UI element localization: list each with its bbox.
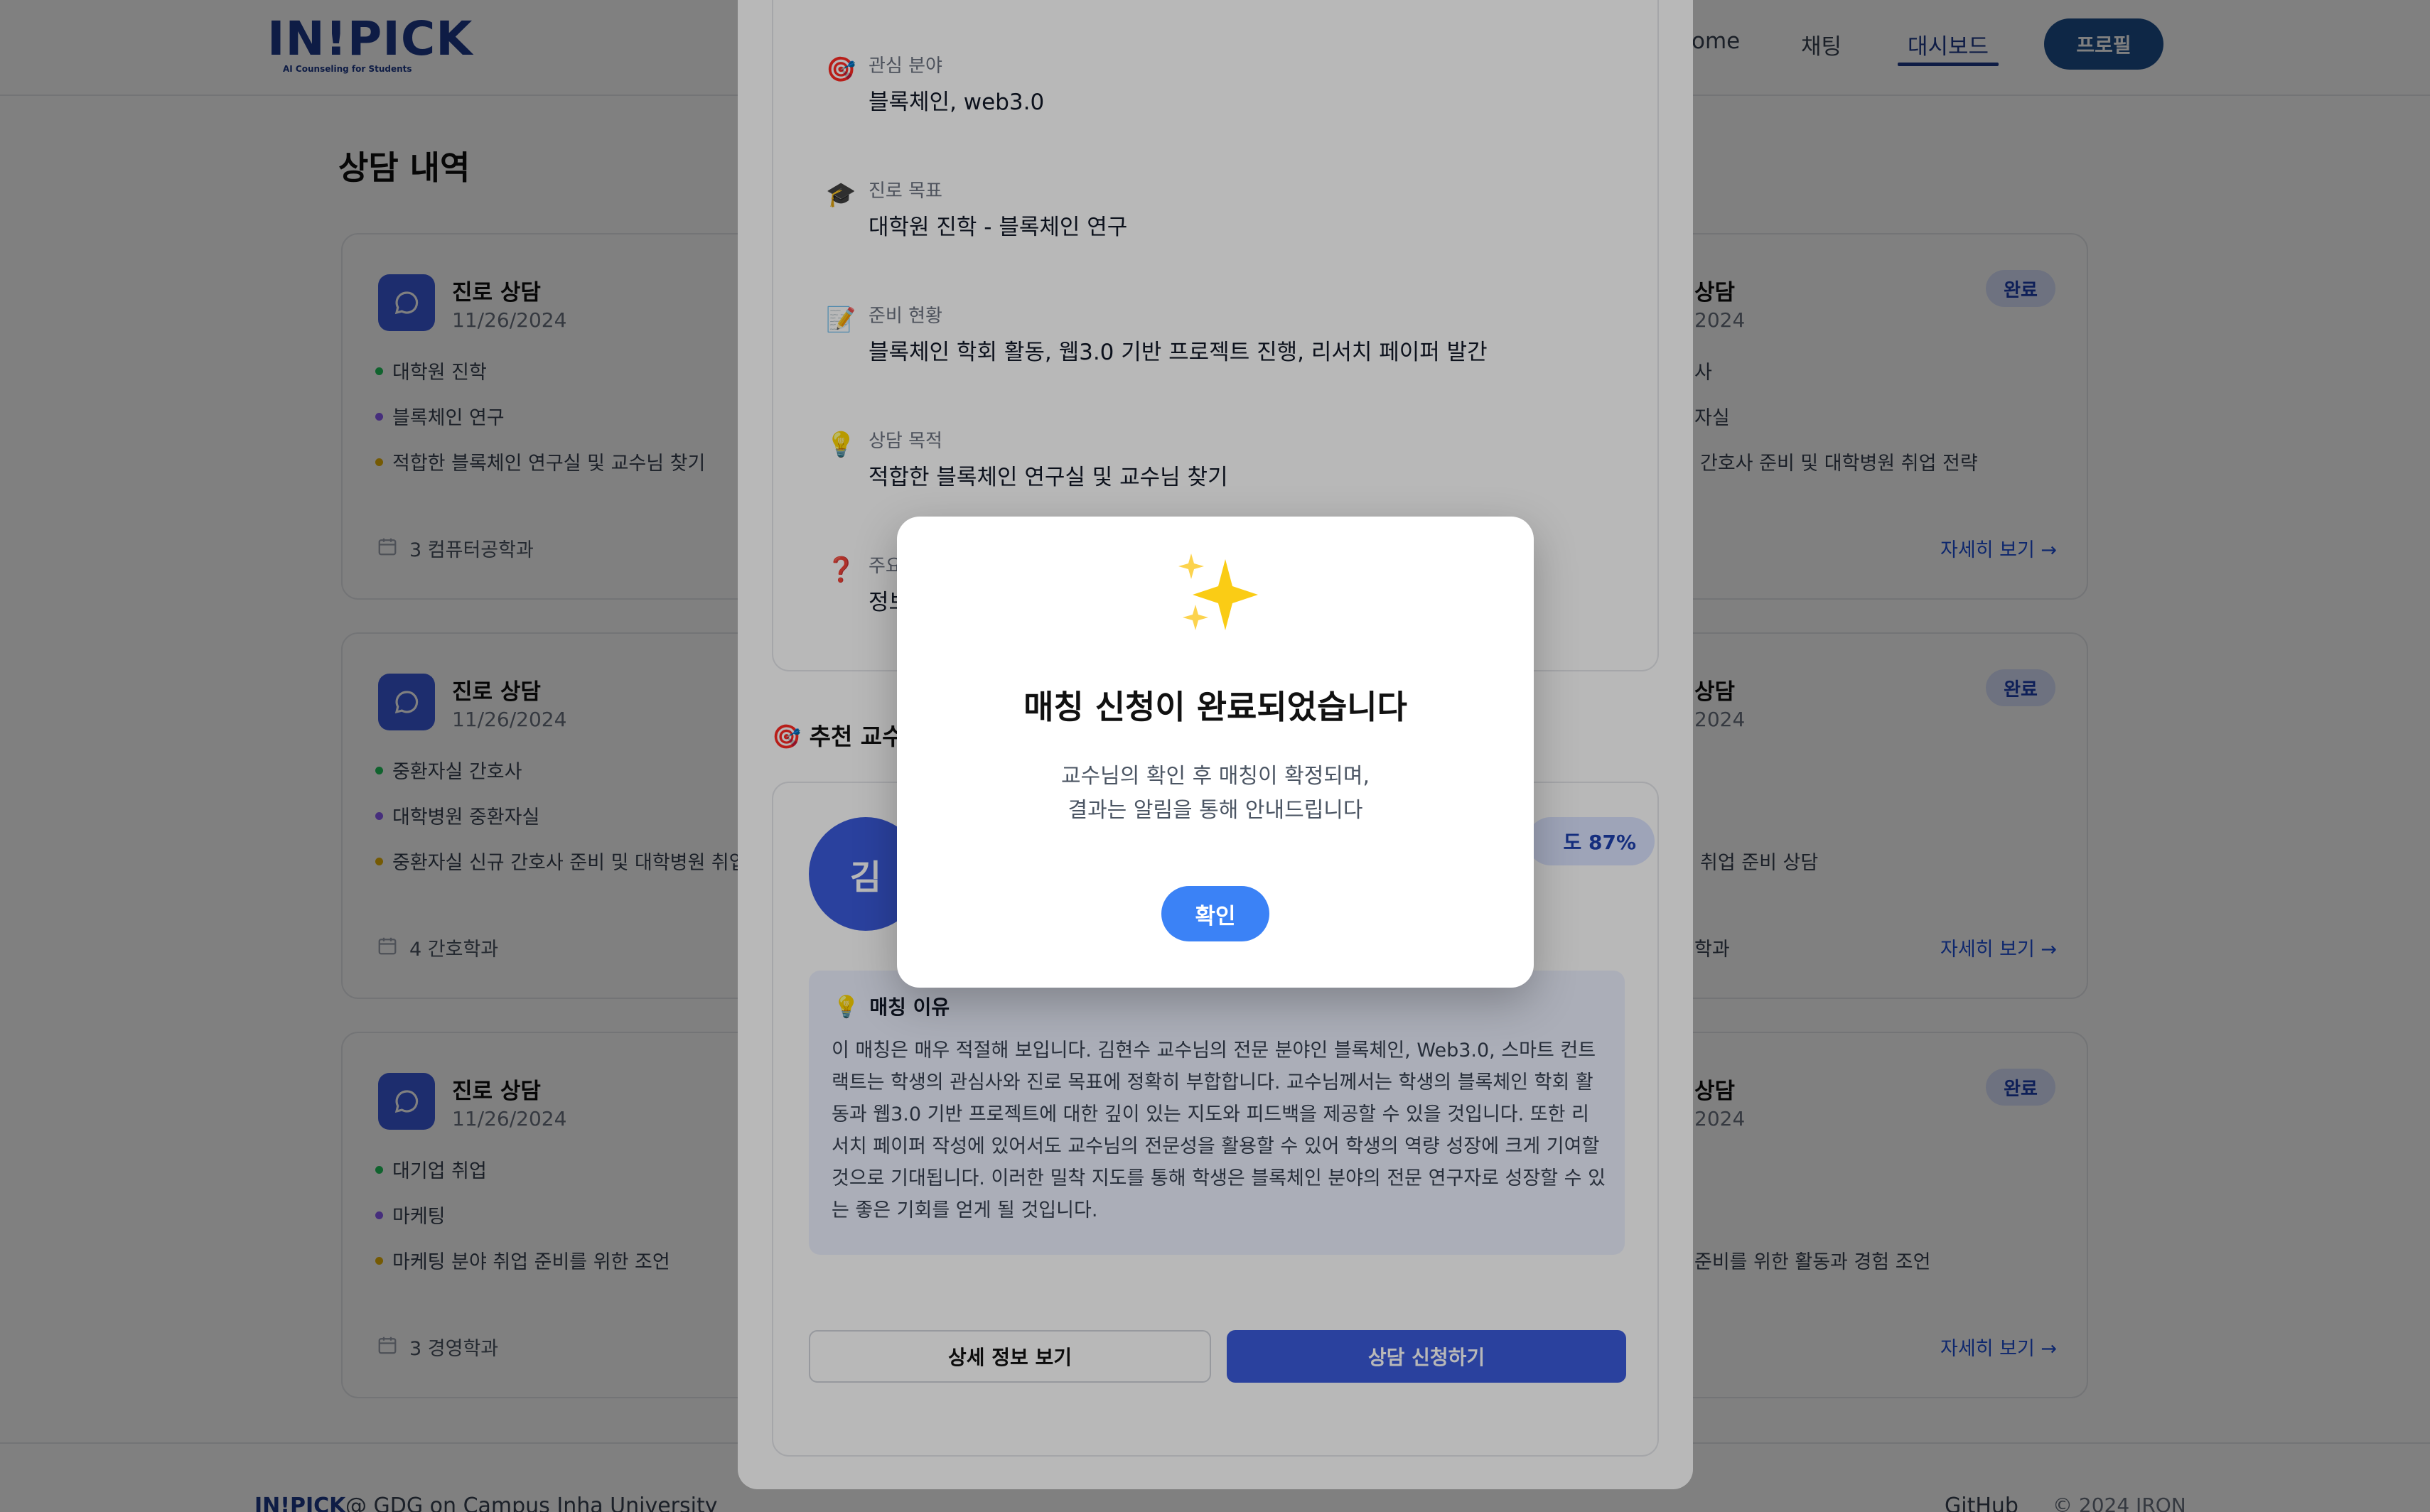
modal-message-line: 교수님의 확인 후 매칭이 확정되며, [1060, 764, 1370, 789]
match-complete-modal: 매칭 신청이 완료되었습니다 교수님의 확인 후 매칭이 확정되며, 결과는 알… [897, 517, 1534, 988]
modal-message: 교수님의 확인 후 매칭이 확정되며, 결과는 알림을 통해 안내드립니다 [897, 760, 1534, 828]
sparkles-icon [1178, 554, 1258, 630]
modal-title: 매칭 신청이 완료되었습니다 [1023, 688, 1407, 726]
confirm-button[interactable]: 확인 [1161, 886, 1269, 941]
modal-message-line: 결과는 알림을 통해 안내드립니다 [1068, 798, 1363, 823]
